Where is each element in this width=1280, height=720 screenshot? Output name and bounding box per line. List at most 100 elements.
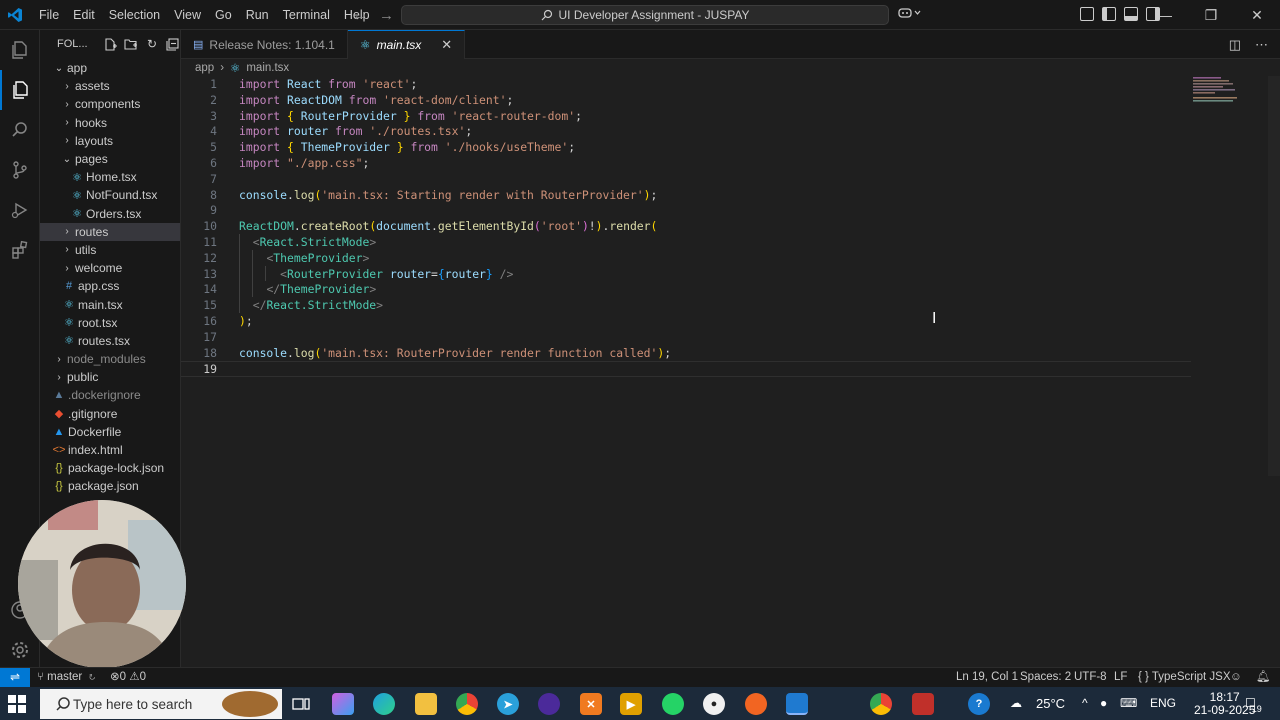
tree-item[interactable]: › node_modules [40, 350, 180, 368]
whatsapp-icon[interactable] [662, 693, 684, 715]
toggle-panel-icon[interactable] [1124, 7, 1138, 21]
restore-icon[interactable]: ❐ [1188, 0, 1234, 30]
search-view-icon[interactable] [0, 110, 40, 150]
tree-item[interactable]: {} package.json [40, 477, 180, 495]
tree-item[interactable]: › utils [40, 241, 180, 259]
chrome-browser-icon[interactable] [456, 693, 478, 715]
copilot-status-icon[interactable]: ☺ [1230, 668, 1242, 687]
vscode-taskbar-icon[interactable] [786, 693, 808, 715]
tree-item[interactable]: › routes [40, 222, 180, 241]
menu-selection[interactable]: Selection [102, 0, 167, 30]
code-line[interactable]: 17 [181, 330, 1191, 346]
tree-item[interactable]: › components [40, 95, 180, 113]
cursor-position[interactable]: Ln 19, Col 1 [956, 668, 1018, 687]
manage-gear-icon[interactable] [0, 630, 40, 670]
editor-scrollbar[interactable] [1268, 76, 1280, 476]
code-line[interactable]: 2 import ReactDOM from 'react-dom/client'… [181, 93, 1191, 109]
saturn-widget-icon[interactable] [222, 691, 278, 717]
minimap[interactable] [1193, 76, 1253, 106]
new-file-icon[interactable] [104, 36, 119, 52]
end-of-line[interactable]: LF [1114, 668, 1127, 687]
tree-item[interactable]: › assets [40, 77, 180, 95]
microphone-icon[interactable]: ● [1100, 687, 1107, 720]
tree-item[interactable]: ⚛ main.tsx [40, 295, 180, 313]
tree-item[interactable]: › layouts [40, 132, 180, 150]
refresh-icon[interactable]: ↻ [145, 36, 160, 52]
close-tab-icon[interactable]: ✕ [441, 37, 452, 53]
edge-browser-icon[interactable] [373, 693, 395, 715]
code-line[interactable]: 19 [181, 361, 1191, 378]
code-line[interactable]: 7 [181, 172, 1191, 188]
run-debug-icon[interactable] [0, 190, 40, 230]
notification-center-icon[interactable]: ☐19 [1245, 687, 1266, 720]
tree-item[interactable]: # app.css [40, 277, 180, 295]
command-center[interactable]: UI Developer Assignment - JUSPAY [401, 5, 889, 25]
customize-layout-icon[interactable] [1080, 7, 1094, 21]
tree-item[interactable]: ⚛ routes.tsx [40, 332, 180, 350]
encoding[interactable]: UTF-8 [1074, 668, 1107, 687]
split-editor-icon[interactable]: ◫ [1229, 37, 1241, 53]
tree-item[interactable]: <> index.html [40, 441, 180, 459]
breadcrumb-file[interactable]: main.tsx [246, 62, 289, 74]
code-line[interactable]: 8 console.log('main.tsx: Starting render … [181, 188, 1191, 204]
indentation[interactable]: Spaces: 2 [1020, 668, 1071, 687]
toggle-primary-sidebar-icon[interactable] [1102, 7, 1116, 21]
telegram-icon[interactable]: ➤ [497, 693, 519, 715]
tree-item[interactable]: ⚛ Orders.tsx [40, 205, 180, 223]
tree-item[interactable]: {} package-lock.json [40, 459, 180, 477]
notifications-bell-icon[interactable]: 🔔︎ [1256, 668, 1271, 687]
copilot-app-icon[interactable] [332, 693, 354, 715]
tab-release-notes[interactable]: ▤ Release Notes: 1.104.1 [181, 30, 348, 59]
keyboard-icon[interactable]: ⌨ [1120, 687, 1137, 720]
tree-item[interactable]: › hooks [40, 114, 180, 132]
code-line[interactable]: 14 </ThemeProvider> [181, 282, 1191, 298]
windows-start-icon[interactable] [8, 695, 26, 713]
tree-item[interactable]: ◆ .gitignore [40, 405, 180, 423]
xampp-icon[interactable]: ✕ [580, 693, 602, 715]
postman-icon[interactable] [745, 693, 767, 715]
breadcrumb-folder[interactable]: app [195, 62, 214, 74]
code-line[interactable]: 1 import React from 'react'; [181, 77, 1191, 93]
weather-icon[interactable]: ☁ [1010, 687, 1022, 720]
code-line[interactable]: 9 [181, 203, 1191, 219]
github-desktop-icon[interactable] [538, 693, 560, 715]
menu-view[interactable]: View [167, 0, 208, 30]
menu-file[interactable]: File [32, 0, 66, 30]
tab-main-tsx[interactable]: ⚛ main.tsx ✕ [347, 30, 466, 59]
back-arrow-icon[interactable]: ← [352, 7, 367, 24]
menu-run[interactable]: Run [239, 0, 276, 30]
tray-overflow-icon[interactable]: ^ [1082, 687, 1088, 720]
more-actions-icon[interactable]: ⋯ [1255, 37, 1268, 53]
menu-go[interactable]: Go [208, 0, 239, 30]
tree-item[interactable]: ⌄ pages [40, 150, 180, 168]
menu-edit[interactable]: Edit [66, 0, 102, 30]
branch-indicator[interactable]: ⑂ master ↻ [37, 668, 96, 687]
code-line[interactable]: 13 <RouterProvider router={router} /> [181, 267, 1191, 283]
code-line[interactable]: 5 import { ThemeProvider } from './hooks/… [181, 140, 1191, 156]
source-control-icon[interactable] [0, 150, 40, 190]
explorer-active-icon[interactable] [0, 70, 40, 110]
tree-item[interactable]: › welcome [40, 259, 180, 277]
code-line[interactable]: 15 </React.StrictMode> [181, 298, 1191, 314]
code-line[interactable]: 11 <React.StrictMode> [181, 235, 1191, 251]
minimize-icon[interactable]: — [1142, 0, 1188, 30]
code-line[interactable]: 3 import { RouterProvider } from 'react-r… [181, 109, 1191, 125]
copilot-icon[interactable] [898, 6, 922, 23]
tree-item[interactable]: ⌄ app [40, 59, 180, 77]
input-language[interactable]: ENG [1150, 687, 1176, 720]
tree-item[interactable]: ⚛ root.tsx [40, 314, 180, 332]
explorer-files-icon[interactable] [0, 30, 40, 70]
file-explorer-icon[interactable] [415, 693, 437, 715]
tree-item[interactable]: ▲ .dockerignore [40, 386, 180, 404]
tree-item[interactable]: ⚛ NotFound.tsx [40, 186, 180, 204]
shield-app-icon[interactable]: ● [703, 693, 725, 715]
code-line[interactable]: 10 ReactDOM.createRoot(document.getElemen… [181, 219, 1191, 235]
temperature[interactable]: 25°C [1036, 687, 1065, 720]
tree-item[interactable]: ⚛ Home.tsx [40, 168, 180, 186]
media-player-icon[interactable]: ▶ [620, 693, 642, 715]
new-folder-icon[interactable] [124, 36, 139, 52]
chrome-profile-icon[interactable] [870, 693, 892, 715]
close-window-icon[interactable]: ✕ [1234, 0, 1280, 30]
forward-arrow-icon[interactable]: → [379, 7, 394, 24]
code-line[interactable]: 6 import "./app.css"; [181, 156, 1191, 172]
